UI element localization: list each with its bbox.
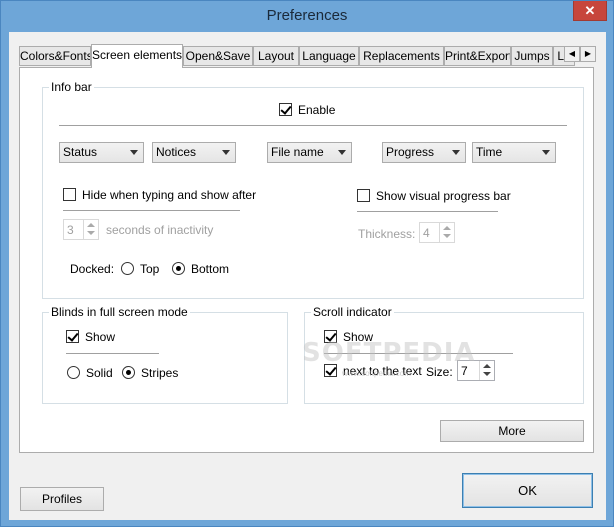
tab-open-save[interactable]: Open&Save	[183, 46, 253, 66]
show-progress-checkbox[interactable]: Show visual progress bar	[357, 189, 511, 203]
enable-label: Enable	[298, 103, 336, 117]
tab-colors-fonts[interactable]: Colors&Fonts	[19, 46, 91, 66]
infobar-slot-1-value: Status	[63, 145, 98, 159]
blinds-group-label: Blinds in full screen mode	[49, 305, 190, 319]
show-progress-label: Show visual progress bar	[376, 189, 511, 203]
spin-up-icon[interactable]	[87, 223, 95, 227]
tab-replacements[interactable]: Replacements	[359, 46, 444, 66]
tab-screen-elements[interactable]: Screen elements	[91, 44, 183, 68]
blinds-solid-radio[interactable]: Solid	[67, 366, 113, 380]
blinds-solid-label: Solid	[86, 366, 113, 380]
spin-down-icon[interactable]	[443, 234, 451, 238]
spin-down-icon[interactable]	[87, 231, 95, 235]
blinds-group: Blinds in full screen mode Show Solid St…	[42, 305, 288, 404]
infobar-slot-1-select[interactable]: Status	[59, 142, 144, 163]
docked-bottom-radio-circle[interactable]	[172, 262, 185, 275]
enable-checkbox[interactable]: Enable	[279, 103, 335, 117]
infobar-slot-3-select[interactable]: File name	[267, 142, 352, 163]
info-bar-group-label: Info bar	[49, 80, 94, 94]
hide-when-typing-label: Hide when typing and show after	[82, 188, 257, 202]
hide-typing-divider	[63, 210, 240, 211]
spin-down-icon[interactable]	[483, 372, 491, 376]
info-bar-group: Info bar Enable Status Notices File name…	[42, 80, 584, 299]
thickness-label: Thickness:	[358, 227, 416, 241]
chevron-down-icon	[130, 150, 138, 155]
chevron-down-icon	[222, 150, 230, 155]
progress-divider	[357, 211, 498, 212]
info-bar-divider	[59, 125, 567, 126]
chevron-down-icon	[338, 150, 346, 155]
blinds-show-checkbox[interactable]: Show	[66, 330, 115, 344]
docked-top-radio[interactable]: Top	[121, 262, 159, 276]
preferences-window: Preferences ✕ Colors&Fonts Screen elemen…	[0, 0, 614, 527]
docked-bottom-radio[interactable]: Bottom	[172, 262, 229, 276]
chevron-down-icon	[452, 150, 460, 155]
blinds-stripes-radio[interactable]: Stripes	[122, 366, 178, 380]
enable-check-box[interactable]	[279, 103, 292, 116]
watermark-url: www.softpedia.com	[342, 369, 411, 378]
blinds-solid-radio-circle[interactable]	[67, 366, 80, 379]
dialog-client-area: Colors&Fonts Screen elements Open&Save L…	[9, 32, 606, 520]
show-progress-check-box[interactable]	[357, 189, 370, 202]
seconds-spin-buttons[interactable]	[83, 220, 98, 239]
docked-bottom-label: Bottom	[191, 262, 230, 276]
window-title: Preferences	[266, 7, 348, 24]
infobar-slot-2-value: Notices	[156, 145, 197, 159]
more-button[interactable]: More	[440, 420, 584, 442]
scroll-indicator-group-label: Scroll indicator	[311, 305, 394, 319]
blinds-stripes-label: Stripes	[141, 366, 179, 380]
size-spin-buttons[interactable]	[479, 361, 494, 380]
infobar-slot-4-value: Progress	[386, 145, 435, 159]
tab-print-export[interactable]: Print&Export	[444, 46, 511, 66]
thickness-spin-buttons[interactable]	[439, 223, 454, 242]
close-icon: ✕	[584, 3, 596, 18]
title-bar[interactable]: Preferences ✕	[1, 1, 613, 32]
spin-up-icon[interactable]	[443, 226, 451, 230]
watermark-logo: SOFTPEDIA	[302, 338, 476, 368]
chevron-down-icon	[542, 150, 550, 155]
tab-scroll-right-icon[interactable]: ▶	[580, 46, 596, 62]
profiles-button[interactable]: Profiles	[20, 487, 104, 511]
spin-up-icon[interactable]	[483, 364, 491, 368]
infobar-slot-5-value: Time	[476, 145, 503, 159]
seconds-value: 3	[67, 223, 74, 237]
tab-scroll-left-icon[interactable]: ◀	[564, 46, 580, 62]
blinds-divider	[66, 353, 159, 354]
blinds-stripes-radio-circle[interactable]	[122, 366, 135, 379]
close-button[interactable]: ✕	[573, 1, 607, 21]
docked-top-radio-circle[interactable]	[121, 262, 134, 275]
docked-top-label: Top	[140, 262, 160, 276]
blinds-show-label: Show	[85, 330, 116, 344]
infobar-slot-4-select[interactable]: Progress	[382, 142, 466, 163]
blinds-show-check-box[interactable]	[66, 330, 79, 343]
tab-layout[interactable]: Layout	[253, 46, 299, 66]
tab-language[interactable]: Language	[299, 46, 359, 66]
tab-strip: Colors&Fonts Screen elements Open&Save L…	[19, 44, 596, 68]
seconds-label: seconds of inactivity	[106, 223, 214, 237]
infobar-slot-3-value: File name	[271, 145, 324, 159]
hide-when-typing-check-box[interactable]	[63, 188, 76, 201]
seconds-spinner[interactable]: 3	[63, 219, 99, 240]
hide-when-typing-checkbox[interactable]: Hide when typing and show after	[63, 188, 256, 202]
infobar-slot-2-select[interactable]: Notices	[152, 142, 236, 163]
ok-button[interactable]: OK	[462, 473, 593, 508]
screen-elements-panel: Info bar Enable Status Notices File name…	[19, 67, 594, 453]
thickness-value: 4	[423, 226, 430, 240]
tab-jumps[interactable]: Jumps	[511, 46, 553, 66]
docked-label: Docked:	[70, 262, 115, 276]
thickness-spinner[interactable]: 4	[419, 222, 455, 243]
infobar-slot-5-select[interactable]: Time	[472, 142, 556, 163]
